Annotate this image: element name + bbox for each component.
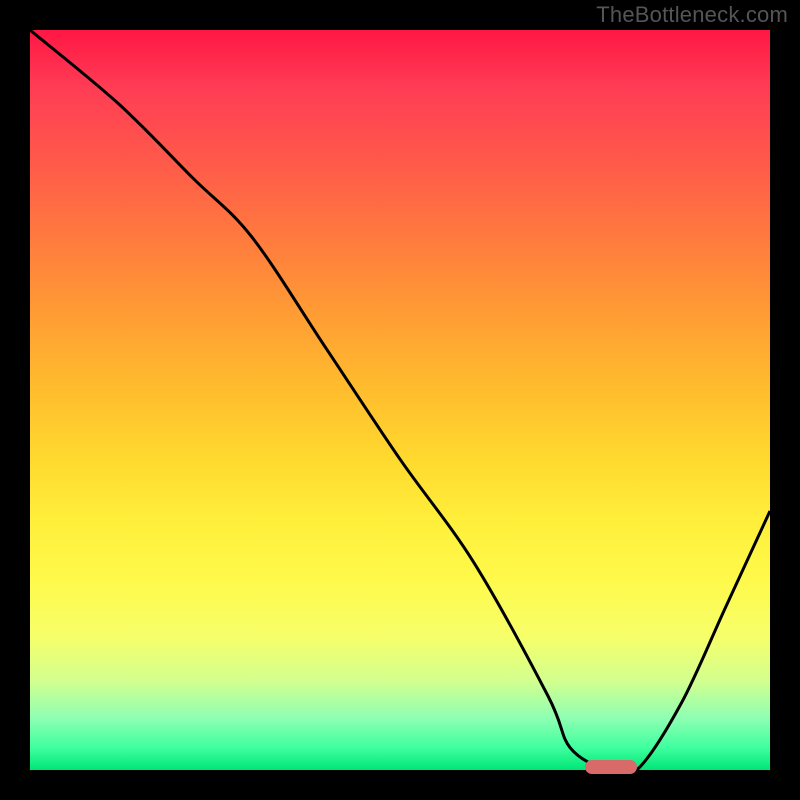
chart-container: TheBottleneck.com (0, 0, 800, 800)
optimal-range-marker (585, 760, 637, 774)
watermark-text: TheBottleneck.com (596, 2, 788, 28)
curve-path (30, 30, 770, 770)
bottleneck-curve (30, 30, 770, 770)
